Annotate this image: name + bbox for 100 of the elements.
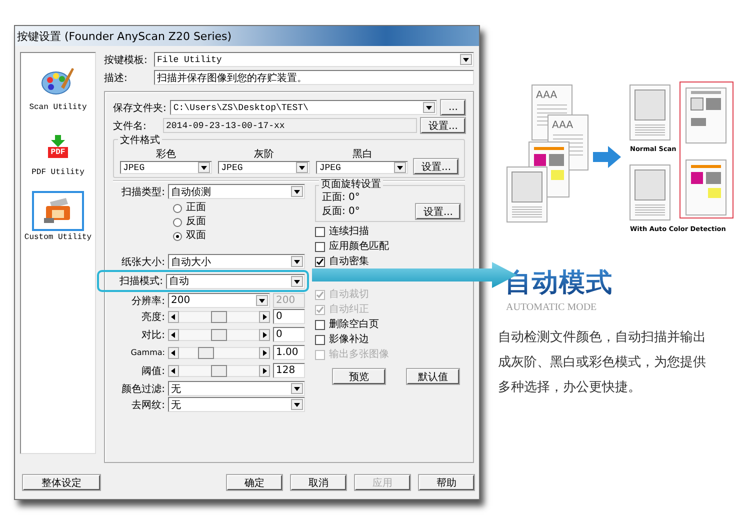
page-drawing — [630, 84, 670, 140]
radio-label: 双面 — [186, 230, 206, 242]
group-title: 页面旋转设置 — [319, 179, 383, 191]
dropdown[interactable]: 无 — [168, 397, 305, 412]
field-label: 分辨率: — [130, 294, 165, 308]
caret-icon — [256, 295, 268, 306]
checkbox[interactable] — [315, 227, 325, 237]
value-field[interactable]: 128 — [273, 363, 305, 378]
caret-icon — [394, 162, 406, 173]
field-label: 阈值: — [140, 364, 165, 378]
dropdown[interactable]: 自动大小 — [168, 254, 305, 269]
checkbox[interactable] — [315, 257, 325, 267]
palette-icon — [40, 65, 75, 97]
global-settings-button[interactable]: 整体设定 — [23, 474, 100, 490]
caret-icon — [460, 54, 472, 65]
field-label: 颜色过滤: — [120, 382, 165, 396]
field-label: 亮度: — [140, 310, 165, 324]
checkbox-label: 自动密集 — [329, 256, 369, 268]
description-field[interactable]: 扫描并保存图像到您的存贮装置。 — [154, 70, 474, 85]
dropdown[interactable]: 200 — [168, 293, 270, 308]
caret-icon — [423, 102, 436, 113]
feature-description: 自动检测文件颜色，自动扫描并输出成灰阶、黑白或彩色模式，为您提供多种选择，办公更快捷。 — [498, 329, 707, 397]
checkbox[interactable] — [315, 320, 325, 330]
field-label: 文件名: — [113, 120, 148, 132]
resolution-field: 200 — [273, 293, 305, 308]
slider[interactable] — [168, 328, 270, 341]
dropdown[interactable]: 无 — [168, 381, 305, 396]
slider-thumb[interactable] — [211, 310, 227, 322]
field-label: 扫描模式: — [118, 274, 163, 288]
value-field[interactable]: 0 — [273, 327, 305, 342]
field-label: 对比: — [140, 328, 165, 342]
dropdown[interactable]: JPEG — [218, 161, 310, 174]
slider[interactable] — [168, 364, 270, 377]
file-name-field[interactable]: 2014-09-23-13-00-17-xx — [163, 118, 418, 133]
dropdown[interactable]: JPEG — [120, 161, 212, 174]
settings-button[interactable]: 设置... — [416, 204, 460, 219]
arrow-icon — [593, 146, 621, 168]
checkbox-label: 连续扫描 — [329, 226, 369, 238]
field-label: 描述: — [104, 72, 128, 84]
settings-button[interactable]: 设置... — [421, 118, 465, 133]
dialog-button[interactable]: 确定 — [227, 474, 282, 490]
slider-thumb[interactable] — [198, 346, 214, 358]
rotation-text: 正面: 0° — [322, 192, 361, 204]
sidebar-item[interactable]: PDF PDF Utility — [30, 124, 86, 179]
dropdown[interactable]: File Utility — [154, 52, 474, 67]
feature-subtitle: AUTOMATIC MODE — [506, 302, 597, 313]
slider-thumb[interactable] — [211, 328, 227, 340]
checkbox-label: 删除空白页 — [329, 319, 379, 331]
radio-button[interactable] — [173, 232, 182, 240]
field-label: 扫描类型: — [120, 186, 165, 198]
sidebar-item[interactable]: Scan Utility — [27, 59, 89, 114]
browse-button[interactable]: ... — [441, 100, 465, 115]
checkbox-label: 自动纠正 — [329, 304, 369, 316]
field-label: 黑白 — [352, 149, 372, 160]
page-heading: AAA — [552, 120, 574, 131]
dialog-button[interactable]: 帮助 — [419, 474, 474, 490]
dialog-button[interactable]: 取消 — [291, 474, 346, 490]
field-label: 按键模板: — [104, 54, 148, 66]
caret-icon — [291, 399, 303, 410]
value-field[interactable]: 0 — [273, 309, 305, 324]
caret-icon — [291, 276, 303, 286]
settings-button[interactable]: 设置... — [414, 159, 458, 174]
checkbox[interactable] — [315, 242, 325, 252]
field-label: 保存文件夹: — [113, 102, 166, 114]
page-drawing — [630, 164, 670, 220]
checkbox-label: 影像补边 — [329, 334, 369, 346]
page-heading: AAA — [536, 90, 558, 101]
caret-icon — [296, 162, 308, 173]
field-label: 去网纹: — [130, 398, 165, 412]
caret-icon — [291, 256, 303, 267]
slider[interactable] — [168, 346, 270, 359]
dropdown[interactable]: 自动 — [166, 274, 305, 288]
page-drawing — [506, 166, 548, 222]
window-title: 按键设置 (Founder AnyScan Z20 Series) — [17, 28, 232, 44]
checkbox[interactable] — [315, 335, 325, 345]
dropdown[interactable]: C:\Users\ZS\Desktop\TEST\ — [170, 100, 438, 115]
checkbox-label: 输出多张图像 — [329, 349, 389, 361]
checkbox-label: 应用颜色匹配 — [329, 241, 389, 253]
checkbox-label: 自动裁切 — [329, 289, 369, 301]
field-label: 灰阶 — [254, 149, 274, 160]
radio-button[interactable] — [173, 218, 182, 226]
slider[interactable] — [168, 310, 270, 323]
page-drawing — [686, 160, 726, 216]
field-label: Gamma: — [130, 348, 165, 357]
field-label: 彩色 — [156, 149, 176, 160]
radio-label: 正面 — [186, 202, 206, 214]
dropdown[interactable]: JPEG — [316, 161, 408, 174]
rotation-text: 反面: 0° — [322, 206, 360, 218]
caret-icon — [291, 383, 303, 394]
dropdown[interactable]: 自动侦测 — [168, 184, 305, 199]
radio-button[interactable] — [173, 204, 182, 212]
panel-button[interactable]: 默认值 — [407, 369, 459, 384]
field-label: 纸张大小: — [120, 256, 165, 268]
value-field[interactable]: 1.00 — [273, 345, 305, 360]
slider-thumb[interactable] — [211, 364, 227, 376]
group-title: 文件格式 — [118, 133, 162, 147]
panel-button[interactable]: 预览 — [333, 369, 385, 384]
caret-icon — [198, 162, 210, 173]
radio-label: 反面 — [186, 216, 206, 228]
page-drawing — [686, 88, 726, 144]
